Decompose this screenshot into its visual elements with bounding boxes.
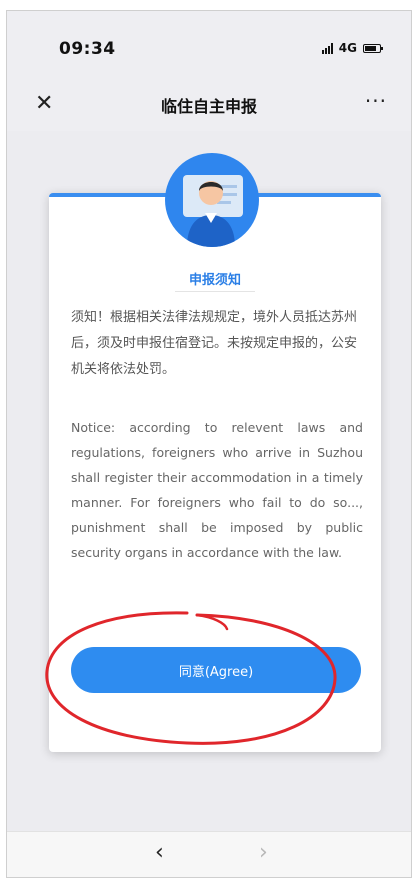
status-time: 09:34 bbox=[59, 39, 116, 59]
agree-button[interactable]: 同意(Agree) bbox=[71, 647, 361, 693]
bottom-toolbar: ‹ › bbox=[7, 831, 411, 877]
battery-icon bbox=[363, 43, 383, 53]
main-content[interactable]: 申报须知 须知！根据相关法律法规规定，境外人员抵达苏州后，须及时申报住宿登记。未… bbox=[7, 131, 411, 831]
user-id-card-icon bbox=[165, 153, 259, 247]
status-bar: 09:34 4G bbox=[7, 11, 411, 81]
back-arrow-icon[interactable]: ‹ bbox=[155, 840, 164, 865]
notice-title: 申报须知 bbox=[188, 273, 241, 288]
network-type: 4G bbox=[338, 41, 357, 55]
title-divider bbox=[175, 291, 255, 292]
notice-text-chinese: 须知！根据相关法律法规规定，境外人员抵达苏州后，须及时申报住宿登记。未按规定申报… bbox=[71, 310, 358, 377]
page-title: 临住自主申报 bbox=[160, 97, 257, 116]
more-options-button[interactable]: ··· bbox=[365, 89, 387, 113]
notice-text-english: Notice: according to relevent laws and r… bbox=[71, 420, 363, 560]
forward-arrow-icon[interactable]: › bbox=[259, 840, 268, 865]
nav-bar: ✕ 临住自主申报 ··· bbox=[7, 81, 411, 131]
signal-icon bbox=[321, 42, 333, 54]
status-indicators: 4G bbox=[321, 41, 383, 55]
phone-screen: 09:34 4G ✕ 临住自主申报 ··· 申报须知 须知！根据相关法律法规规定… bbox=[6, 10, 412, 878]
